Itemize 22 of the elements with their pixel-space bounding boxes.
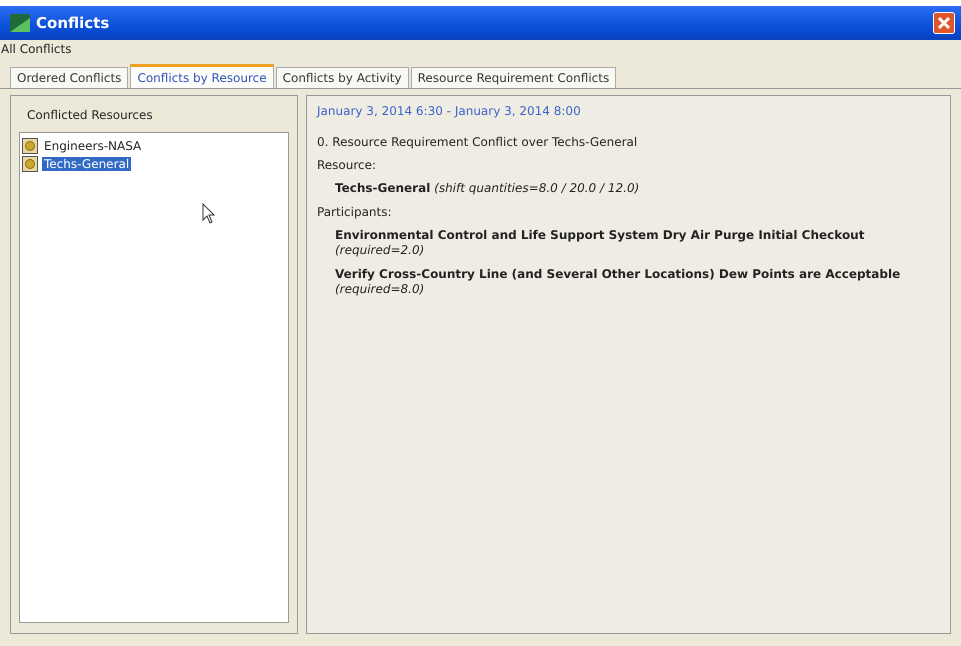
resource-label: Resource: <box>317 158 378 172</box>
list-item[interactable]: Techs-General <box>42 157 132 171</box>
resource-icon <box>22 138 38 154</box>
tab[interactable]: Ordered Conflicts <box>10 67 128 88</box>
app-icon <box>10 14 30 32</box>
list-item[interactable]: Engineers-NASA <box>42 139 144 153</box>
resource-icon <box>22 156 38 172</box>
menu-label: All Conflicts <box>0 41 72 58</box>
close-button[interactable] <box>933 12 955 34</box>
cursor-icon <box>202 203 216 225</box>
tab[interactable]: Conflicts by Resource <box>130 64 274 88</box>
tab[interactable]: Conflicts by Activity <box>276 67 409 88</box>
tab[interactable]: Resource Requirement Conflicts <box>410 67 616 88</box>
close-icon <box>937 16 951 30</box>
sidebar-title: Conflicted Resources <box>26 107 154 124</box>
participant-text: Verify Cross-Country Line (and Several Other Locations) Dew Points are Acceptable (required=8.0) <box>334 267 902 297</box>
participant-text: Environmental Control and Life Support System Dry Air Purge Initial Checkout (required=2.0) <box>334 228 866 258</box>
time-range: January 3, 2014 6:30 - January 3, 2014 8:00 <box>317 104 582 118</box>
window-title: Conflicts <box>36 14 110 32</box>
conflict-heading: 0. Resource Requirement Conflict over Techs-General <box>317 135 638 149</box>
participants-label: Participants: <box>317 205 393 219</box>
resource-text: Techs-General (shift quantities=8.0 / 20.0 / 12.0) <box>334 181 640 196</box>
